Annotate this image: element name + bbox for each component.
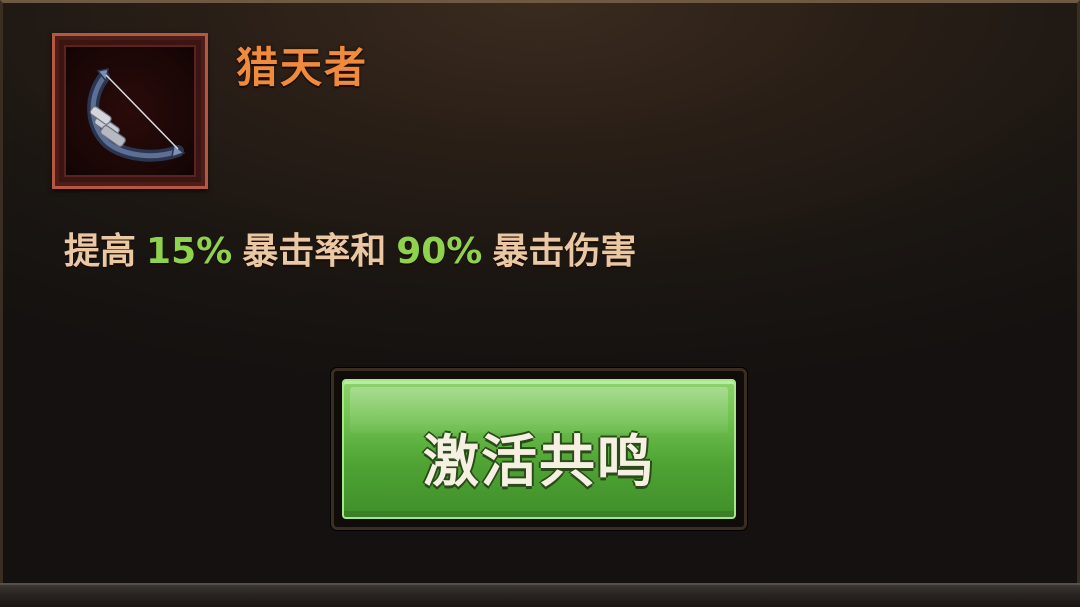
- crit-rate-text: 暴击率和: [242, 231, 387, 272]
- crit-damage-value: 90%: [396, 231, 483, 272]
- activate-resonance-button[interactable]: 激活共鸣: [342, 379, 736, 519]
- crit-damage-text: 暴击伤害: [492, 231, 637, 272]
- activate-button-frame: 激活共鸣: [331, 368, 747, 530]
- bottom-border: [0, 583, 1080, 607]
- crit-rate-value: 15%: [146, 231, 233, 272]
- skill-icon-background: [64, 45, 196, 177]
- skill-title: 猎天者: [236, 43, 369, 92]
- skill-icon-frame: [52, 33, 208, 189]
- description-prefix: 提高: [64, 231, 137, 272]
- skill-description: 提高 15% 暴击率和 90% 暴击伤害: [64, 222, 636, 274]
- skill-panel: 猎天者 提高 15% 暴击率和 90% 暴击伤害 激活共鸣: [0, 0, 1080, 607]
- activate-button-label: 激活共鸣: [423, 430, 655, 495]
- bow-icon: [87, 68, 186, 162]
